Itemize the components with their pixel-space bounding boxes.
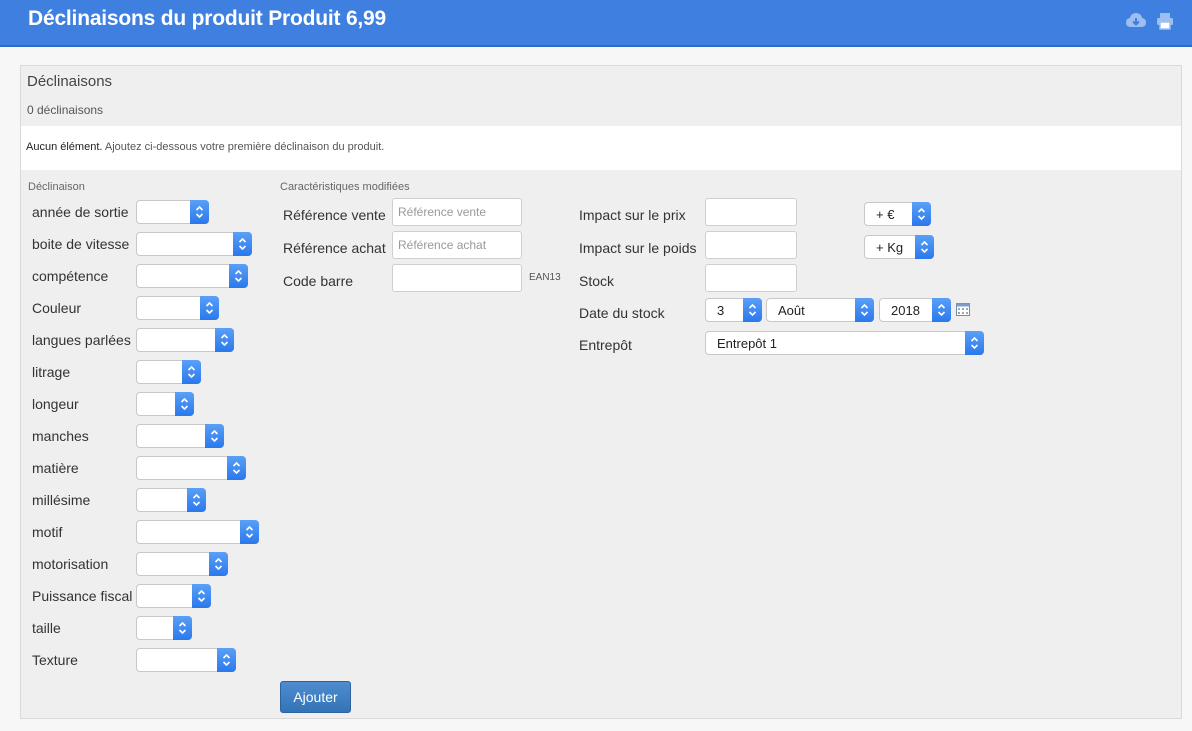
combinations-panel: Déclinaisons 0 déclinaisons Aucun élémen… [20, 65, 1182, 719]
ref-sale-label: Référence vente [283, 207, 386, 223]
chevron-updown-icon [217, 648, 236, 672]
attribute-select[interactable] [136, 584, 211, 608]
barcode-label: Code barre [283, 273, 354, 289]
stock-month-value: Août [778, 303, 805, 318]
chevron-updown-icon [205, 424, 224, 448]
stock-year-select[interactable]: 2018 [879, 298, 951, 322]
attribute-select[interactable] [136, 392, 194, 416]
chevron-updown-icon [173, 616, 192, 640]
chevron-updown-icon [233, 232, 252, 256]
stock-date-label: Date du stock [579, 305, 665, 321]
price-operator-value: + € [876, 207, 895, 222]
chevron-updown-icon [182, 360, 201, 384]
attribute-label: année de sortie [32, 204, 129, 220]
chevron-updown-icon [855, 298, 874, 322]
add-combination-button[interactable]: Ajouter [280, 681, 351, 713]
stock-input[interactable] [705, 264, 797, 292]
attributes-section-title: Déclinaison [28, 181, 85, 193]
price-impact-input[interactable] [705, 198, 797, 226]
chevron-updown-icon [229, 264, 248, 288]
header-actions [1126, 12, 1176, 30]
ref-purchase-input[interactable] [392, 231, 522, 259]
barcode-input[interactable] [392, 264, 522, 292]
chevron-updown-icon [932, 298, 951, 322]
warehouse-select[interactable]: Entrepôt 1 [705, 331, 984, 355]
attribute-select[interactable] [136, 488, 206, 512]
stock-year-value: 2018 [891, 303, 920, 318]
weight-impact-label: Impact sur le poids [579, 240, 697, 256]
attribute-label: motorisation [32, 556, 109, 572]
attribute-select[interactable] [136, 520, 259, 544]
attribute-label: matière [32, 460, 79, 476]
attribute-label: Puissance fiscal [32, 588, 133, 604]
ref-sale-input[interactable] [392, 198, 522, 226]
attribute-select[interactable] [136, 552, 228, 576]
stock-month-select[interactable]: Août [766, 298, 874, 322]
attribute-select[interactable] [136, 328, 234, 352]
attribute-select[interactable] [136, 264, 248, 288]
attribute-label: boite de vitesse [32, 236, 130, 252]
attribute-label: motif [32, 524, 63, 540]
attribute-label: millésime [32, 492, 91, 508]
stock-day-select[interactable]: 3 [705, 298, 762, 322]
attribute-select[interactable] [136, 360, 201, 384]
attribute-label: litrage [32, 364, 71, 380]
features-section-title: Caractéristiques modifiées [280, 181, 410, 193]
attribute-select[interactable] [136, 456, 246, 480]
printer-icon[interactable] [1156, 12, 1176, 30]
attribute-select[interactable] [136, 232, 252, 256]
weight-operator-value: + Kg [876, 240, 904, 255]
chevron-updown-icon [187, 488, 206, 512]
chevron-updown-icon [190, 200, 209, 224]
notice-text: Ajoutez ci-dessous votre première déclin… [102, 141, 385, 153]
weight-operator-select[interactable]: + Kg [864, 235, 934, 259]
attribute-select[interactable] [136, 648, 236, 672]
chevron-updown-icon [227, 456, 246, 480]
stock-label: Stock [579, 273, 615, 289]
ref-purchase-label: Référence achat [283, 240, 386, 256]
stock-day-value: 3 [717, 303, 725, 318]
chevron-updown-icon [175, 392, 194, 416]
chevron-updown-icon [912, 202, 931, 226]
price-impact-label: Impact sur le prix [579, 207, 686, 223]
chevron-updown-icon [915, 235, 934, 259]
notice-strong: Aucun élément. [26, 141, 103, 153]
attribute-label: langues parlées [32, 332, 131, 348]
attribute-label: Couleur [32, 300, 82, 316]
warehouse-value: Entrepôt 1 [717, 336, 777, 351]
chevron-updown-icon [192, 584, 211, 608]
page-title: Déclinaisons du produit Produit 6,99 [28, 7, 387, 30]
attribute-select[interactable] [136, 200, 209, 224]
chevron-updown-icon [215, 328, 234, 352]
attribute-select[interactable] [136, 424, 224, 448]
chevron-updown-icon [200, 296, 219, 320]
attribute-select[interactable] [136, 616, 192, 640]
chevron-updown-icon [743, 298, 762, 322]
panel-title: Déclinaisons [27, 73, 113, 90]
cloud-download-icon[interactable] [1126, 12, 1146, 30]
weight-impact-input[interactable] [705, 231, 797, 259]
empty-notice: Aucun élément. Ajoutez ci-dessous votre … [21, 126, 1181, 170]
price-operator-select[interactable]: + € [864, 202, 931, 226]
chevron-updown-icon [209, 552, 228, 576]
attribute-label: manches [32, 428, 89, 444]
attribute-label: compétence [32, 268, 109, 284]
barcode-hint: EAN13 [529, 272, 561, 283]
panel-header: Déclinaisons 0 déclinaisons [21, 66, 1181, 126]
warehouse-label: Entrepôt [579, 337, 632, 353]
attribute-label: Texture [32, 652, 78, 668]
attribute-label: longeur [32, 396, 79, 412]
calendar-icon[interactable] [956, 302, 970, 316]
chevron-updown-icon [965, 331, 984, 355]
attribute-select[interactable] [136, 296, 219, 320]
chevron-updown-icon [240, 520, 259, 544]
header-bar: Déclinaisons du produit Produit 6,99 [0, 0, 1192, 47]
combinations-count: 0 déclinaisons [27, 103, 104, 117]
attribute-label: taille [32, 620, 61, 636]
